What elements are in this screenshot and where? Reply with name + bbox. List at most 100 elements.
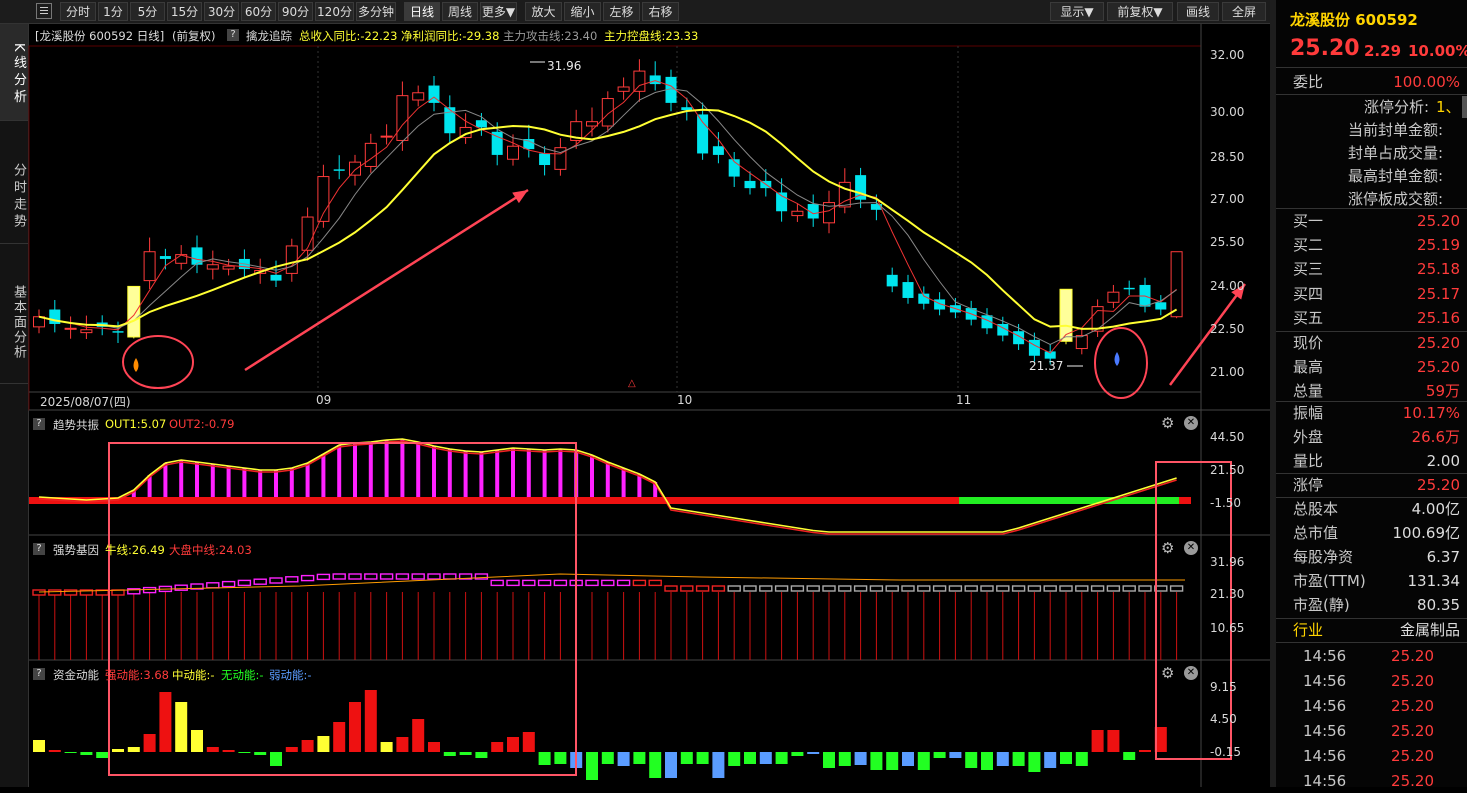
gear-icon[interactable]: ⚙ [1161,415,1174,431]
tick-price: 25.20 [1391,647,1434,665]
panel2-market-line: 大盘中线:24.03 [169,543,252,557]
highlight-circle [122,335,194,389]
stock-title: 龙溪股份 600592 [1290,11,1418,29]
price-axis-label: 25.50 [1210,235,1245,249]
gene-box [174,584,188,591]
candle [681,97,693,121]
panel-divider [1270,0,1276,787]
quote-label: 最高 [1293,358,1324,376]
fundamental-value: 80.35 [1417,596,1460,614]
close-icon[interactable]: ✕ [1184,666,1198,680]
tick-price: 25.20 [1391,672,1434,690]
date-axis-label: 2025/08/07(四) [40,395,131,409]
stat-row: 外盘 26.6万 [1276,425,1467,449]
trend-bar [163,463,168,500]
fund-bar [633,752,646,764]
stat-value: 26.6万 [1411,428,1460,446]
tick-row: 14:56 25.20 [1276,769,1467,793]
candle [49,299,61,333]
gene-box [142,586,157,594]
close-icon[interactable]: ✕ [1184,416,1198,430]
tick-time: 14:56 [1303,697,1347,715]
help-icon[interactable]: ? [33,668,45,680]
close-icon[interactable]: ✕ [1184,541,1198,555]
fundamental-label: 每股净资 [1293,548,1354,566]
gene-box [537,579,552,587]
gene-box [253,578,267,585]
stat-row: 量比 2.00 [1276,449,1467,473]
trend-bar [637,474,642,500]
help-icon[interactable]: ? [33,543,45,555]
industry-value: 金属制品 [1399,621,1460,639]
gene-box [443,573,457,580]
date-axis-label: 11 [956,393,972,407]
fund-bar [380,742,393,752]
gear-icon[interactable]: ⚙ [1161,540,1174,556]
tick-time: 14:56 [1303,672,1347,690]
high-price-label: 31.96 [547,59,582,73]
panel3-axis-label: -0.15 [1210,745,1242,759]
tick-time: 14:56 [1303,647,1347,665]
panel3-title: 资金动能 [53,668,99,682]
gene-box [980,585,994,592]
trend-bar [321,454,326,500]
panel1-bar: ? 趋势共振 OUT1:5.07 OUT2:-0.79 ⚙ ✕ [29,415,1201,432]
candle [855,167,867,209]
industry-row[interactable]: 行业 金属制品 [1276,618,1467,642]
gene-box [616,579,631,587]
fund-bar [1012,752,1025,766]
fund-bar [775,752,788,764]
price-axis-label: 21.00 [1210,365,1245,379]
price-axis-label: 28.50 [1210,150,1245,164]
stat-row: 振幅 10.17% [1276,401,1467,425]
price-axis-label: 27.00 [1210,192,1245,206]
gene-box [206,582,220,589]
fund-bar [1091,730,1104,752]
tick-row: 14:56 25.20 [1276,694,1467,718]
zt-analysis-item: 当前封单金额: [1347,121,1443,139]
candle [981,308,993,335]
arrow-head [512,190,528,204]
candle [127,285,141,339]
rocket-icon [1114,352,1120,366]
quote-row: 最高 25.20 [1276,355,1467,379]
fund-bar [96,752,109,758]
panel1-axis-label: -1.50 [1210,496,1242,510]
zt-scroll[interactable] [1462,96,1467,118]
bid-label: 买三 [1293,260,1324,279]
trend-bar [289,468,294,500]
gene-box [364,573,378,580]
gene-box [1138,585,1152,592]
panel3-axis-label: 9.15 [1210,680,1237,694]
tick-price: 25.20 [1391,747,1434,765]
bid-value: 25.18 [1417,260,1460,279]
candle [902,274,914,304]
trend-bar [590,455,594,500]
bid-label: 买四 [1293,284,1324,303]
trend-bar [400,439,405,500]
trend-bar [526,449,531,500]
fund-bar [459,752,472,755]
fund-bar [443,752,456,756]
fund-bar [206,747,219,752]
gene-box [1011,585,1026,592]
bid-value: 25.17 [1417,284,1460,303]
tick-row: 14:56 25.20 [1276,744,1467,768]
tick-price: 25.20 [1391,697,1434,715]
help-icon[interactable]: ? [33,418,45,430]
fundamental-row: 每股净资 6.37 [1276,545,1467,569]
tick-time: 14:56 [1303,772,1347,790]
trend-bar [542,450,547,500]
fund-bar [1107,730,1120,752]
marker-triangle: △ [628,378,636,389]
fund-bar [1075,752,1088,766]
candle [64,316,77,339]
gene-box [790,585,805,592]
trend-bar [479,452,484,500]
bid-label: 买一 [1293,212,1324,230]
fund-bar [317,736,330,752]
panel1-axis-label: 44.50 [1210,430,1245,444]
gear-icon[interactable]: ⚙ [1161,665,1174,681]
panel1-axis-label: 21.50 [1210,463,1245,477]
fund-bar [712,752,725,778]
